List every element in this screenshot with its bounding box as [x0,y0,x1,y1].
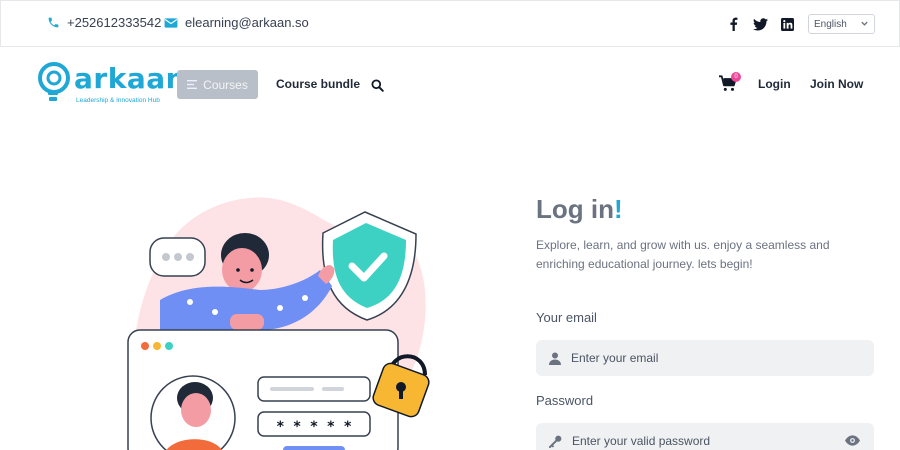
language-select[interactable]: English [808,14,875,34]
email-input[interactable] [571,351,821,365]
twitter-icon[interactable] [752,16,768,32]
logo-word: arkaan [74,62,187,95]
password-mask: * * * * * [276,419,352,435]
password-label: Password [536,393,594,408]
facebook-icon[interactable] [725,16,741,32]
password-input[interactable] [572,434,822,448]
title-exclamation: ! [613,194,623,224]
logo-tagline: Leadership & Innovation Hub [76,97,160,104]
chat-bubble-icon [149,237,206,277]
chevron-down-icon [861,21,868,26]
logo-mark-icon [38,62,70,101]
cart-count-badge: 0 [731,72,741,82]
language-value: English [814,18,847,30]
menu-icon [187,80,198,89]
envelope-icon [164,17,178,28]
page-title: Log in! [536,194,623,225]
linkedin-icon[interactable] [779,16,795,32]
phone-icon [48,17,59,28]
password-field[interactable] [536,423,874,450]
login-link[interactable]: Login [758,77,791,91]
title-text: Log in [536,194,614,224]
join-now-link[interactable]: Join Now [810,77,863,91]
email-text: elearning@arkaan.so [185,15,309,30]
user-icon [549,352,561,365]
phone-contact[interactable]: +252612333542 [47,15,161,30]
show-password-eye-icon[interactable] [845,435,860,446]
login-illustration: * * * * * [120,190,440,450]
phone-text: +252612333542 [67,15,162,30]
course-bundle-link[interactable]: Course bundle [276,77,360,91]
social-links [725,16,795,32]
cart-button[interactable]: 0 [719,72,741,97]
page-description: Explore, learn, and grow with us. enjoy … [536,238,830,271]
main-nav: arkaan Leadership & Innovation Hub Cours… [0,47,900,122]
logo[interactable]: arkaan Leadership & Innovation Hub [37,61,186,105]
login-window: * * * * * [127,329,399,450]
email-label: Your email [536,310,597,325]
top-bar: +252612333542 elearning@arkaan.so Englis… [0,0,900,47]
email-contact[interactable]: elearning@arkaan.so [164,15,309,30]
email-field[interactable] [536,340,874,376]
search-icon[interactable] [371,79,384,92]
key-icon [549,435,562,448]
courses-label: Courses [203,77,248,92]
courses-button[interactable]: Courses [177,70,258,99]
